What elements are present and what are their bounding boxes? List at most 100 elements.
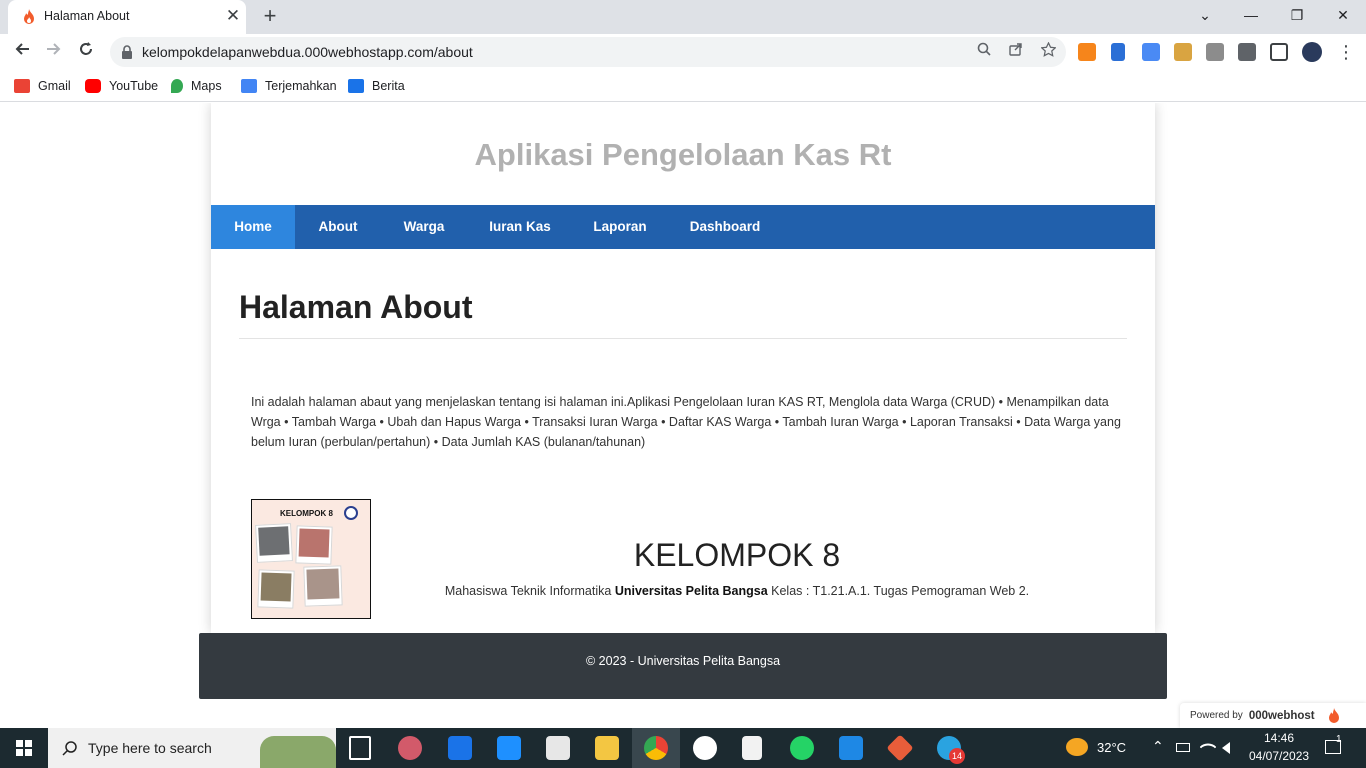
bookmark-label: Terjemahkan [265, 79, 337, 93]
file-explorer-icon[interactable] [595, 736, 619, 760]
clock-date[interactable]: 04/07/2023 [1249, 749, 1309, 763]
paint-app-icon[interactable] [398, 736, 422, 760]
host-name: 000webhost [1248, 709, 1315, 722]
mail-app-icon[interactable] [448, 736, 472, 760]
chrome-taskbar-active[interactable] [632, 728, 680, 768]
tab-close-button[interactable]: ✕ [224, 6, 242, 26]
arrow-left-icon [15, 43, 29, 55]
nav-warga[interactable]: Warga [381, 205, 467, 249]
metamask-extension-icon[interactable] [1078, 43, 1096, 61]
translate-extension-icon[interactable] [1142, 43, 1160, 61]
git-app-icon[interactable] [886, 734, 914, 762]
notification-count: 1 [1336, 734, 1342, 745]
back-button[interactable] [8, 38, 36, 66]
member-photo [257, 569, 295, 609]
restore-button[interactable]: ❐ [1274, 0, 1320, 32]
reader-extension-icon[interactable] [1111, 43, 1125, 61]
share-icon[interactable] [1006, 42, 1026, 62]
university-logo-icon [344, 506, 358, 520]
wifi-icon[interactable] [1199, 738, 1217, 756]
chevron-up-icon[interactable]: ⌃ [1152, 738, 1164, 755]
windows-taskbar: Type here to search 14 32°C ⌃ 14:46 04/0… [0, 728, 1366, 768]
member-photo [303, 565, 343, 607]
bookmarks-bar: Gmail YouTube Maps Terjemahkan Berita [0, 70, 1366, 102]
main-navbar: Home About Warga Iuran Kas Laporan Dashb… [211, 205, 1155, 249]
copy-extension-icon[interactable] [1206, 43, 1224, 61]
windows-logo-icon [16, 740, 32, 756]
group-image-label: KELOMPOK 8 [280, 509, 333, 518]
menu-dots-icon[interactable]: ⋮ [1332, 38, 1360, 66]
bookmark-star-icon[interactable] [1038, 41, 1058, 62]
telegram-badge: 14 [949, 748, 965, 764]
fire-icon [1328, 707, 1339, 723]
new-tab-button[interactable]: + [258, 4, 282, 28]
task-view-icon[interactable] [349, 736, 371, 760]
powered-by-badge[interactable]: Powered by 000webhost [1180, 703, 1366, 728]
group-description: Mahasiswa Teknik Informatika Universitas… [391, 584, 1083, 598]
news-icon [348, 79, 364, 93]
vscode-icon[interactable] [839, 736, 863, 760]
forward-button[interactable] [40, 38, 68, 66]
content-container: Aplikasi Pengelolaan Kas Rt Home About W… [211, 103, 1155, 633]
word-app-icon[interactable] [693, 736, 717, 760]
reload-button[interactable] [72, 38, 100, 66]
powered-by-label: Powered by [1190, 710, 1243, 721]
reload-icon [80, 42, 92, 55]
bookmark-youtube[interactable]: YouTube [85, 76, 158, 96]
whatsapp-icon[interactable] [790, 736, 814, 760]
cast-extension-icon[interactable] [1174, 43, 1192, 61]
bookmark-berita[interactable]: Berita [348, 76, 405, 96]
chrome-icon [644, 736, 668, 760]
group-photo-image: KELOMPOK 8 [251, 499, 371, 619]
group-desc-suffix: Kelas : T1.21.A.1. Tugas Pemograman Web … [767, 584, 1030, 598]
nav-home[interactable]: Home [211, 205, 295, 249]
puzzle-extensions-icon[interactable] [1238, 43, 1256, 61]
heading-divider [239, 338, 1127, 339]
document-app-icon[interactable] [742, 736, 762, 760]
clock-time[interactable]: 14:46 [1264, 731, 1294, 745]
browser-toolbar: kelompokdelapanwebdua.000webhostapp.com/… [0, 34, 1366, 70]
site-title: Aplikasi Pengelolaan Kas Rt [474, 137, 892, 172]
address-bar[interactable]: kelompokdelapanwebdua.000webhostapp.com/… [110, 37, 1066, 67]
profile-avatar[interactable] [1302, 42, 1322, 62]
fire-favicon-icon [24, 9, 34, 24]
store-app-icon[interactable] [497, 736, 521, 760]
bookmark-label: YouTube [109, 79, 159, 93]
weather-icon [1066, 738, 1088, 756]
page-heading: Halaman About [239, 289, 473, 325]
bookmark-maps[interactable]: Maps [171, 76, 222, 96]
lock-icon [122, 45, 132, 59]
url-text: kelompokdelapanwebdua.000webhostapp.com/… [142, 44, 473, 60]
nav-iuran-kas[interactable]: Iuran Kas [467, 205, 573, 249]
nav-laporan[interactable]: Laporan [573, 205, 667, 249]
temperature-text[interactable]: 32°C [1097, 740, 1126, 755]
page-footer: © 2023 - Universitas Pelita Bangsa [199, 633, 1167, 699]
close-window-button[interactable]: ✕ [1320, 0, 1366, 32]
page-viewport: Aplikasi Pengelolaan Kas Rt Home About W… [0, 103, 1366, 728]
bookmark-label: Gmail [38, 79, 71, 93]
telegram-icon[interactable]: 14 [937, 736, 965, 764]
taskbar-search-box[interactable]: Type here to search [48, 728, 336, 768]
start-button[interactable] [0, 728, 48, 768]
battery-icon[interactable] [1176, 743, 1190, 752]
search-placeholder: Type here to search [88, 740, 212, 756]
translate-icon [241, 79, 257, 93]
bookmark-gmail[interactable]: Gmail [14, 76, 71, 96]
maps-icon [171, 79, 183, 93]
group-desc-prefix: Mahasiswa Teknik Informatika [444, 584, 615, 598]
group-desc-university: Universitas Pelita Bangsa [614, 584, 768, 598]
bookmark-translate[interactable]: Terjemahkan [241, 76, 337, 96]
arrow-right-icon [47, 43, 61, 55]
search-icon [62, 741, 77, 756]
minimize-button[interactable]: — [1228, 0, 1274, 32]
gmail-icon [14, 79, 30, 93]
nav-dashboard[interactable]: Dashboard [667, 205, 783, 249]
zoom-icon[interactable] [974, 42, 994, 62]
files-app-icon[interactable] [546, 736, 570, 760]
nav-about[interactable]: About [295, 205, 381, 249]
tab-search-button[interactable]: ⌄ [1182, 0, 1228, 32]
browser-tab[interactable]: Halaman About ✕ [8, 0, 246, 34]
bookmark-label: Berita [372, 79, 405, 93]
side-panel-icon[interactable] [1270, 43, 1288, 61]
volume-icon[interactable] [1222, 742, 1230, 754]
